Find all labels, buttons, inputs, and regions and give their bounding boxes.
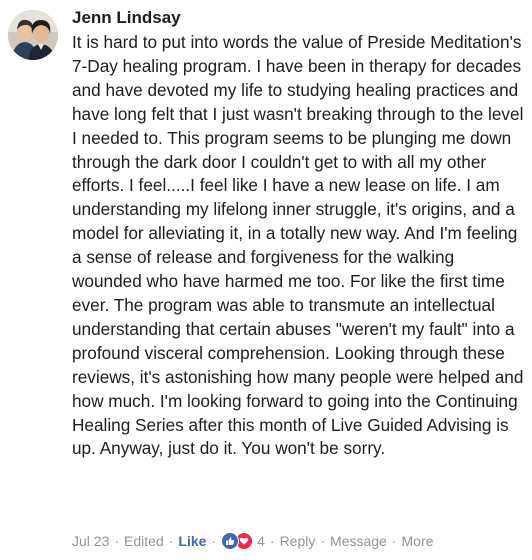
separator-dot: · (391, 533, 397, 549)
like-reaction-icon (221, 532, 240, 550)
author-name[interactable]: Jenn Lindsay (72, 6, 524, 30)
comment-text: It is hard to put into words the value o… (72, 32, 524, 459)
comment: Jenn Lindsay It is hard to put into word… (0, 0, 532, 560)
comment-actions: Jul 23 · Edited · Like · 4 · Reply · Mes… (72, 532, 433, 550)
separator-dot: · (211, 533, 217, 549)
like-button[interactable]: Like (178, 533, 206, 549)
more-button[interactable]: More (402, 533, 434, 549)
message-button[interactable]: Message (330, 533, 387, 549)
comment-timestamp[interactable]: Jul 23 (72, 533, 109, 549)
reaction-count: 4 (257, 533, 265, 549)
reply-button[interactable]: Reply (280, 533, 316, 549)
reactions-summary[interactable]: 4 (221, 532, 265, 550)
separator-dot: · (168, 533, 174, 549)
comment-body: Jenn Lindsay It is hard to put into word… (72, 6, 524, 461)
edited-label[interactable]: Edited (124, 533, 164, 549)
separator-dot: · (320, 533, 326, 549)
separator-dot: · (114, 533, 120, 549)
separator-dot: · (269, 533, 275, 549)
avatar[interactable] (8, 10, 58, 60)
profile-photo (8, 10, 58, 60)
